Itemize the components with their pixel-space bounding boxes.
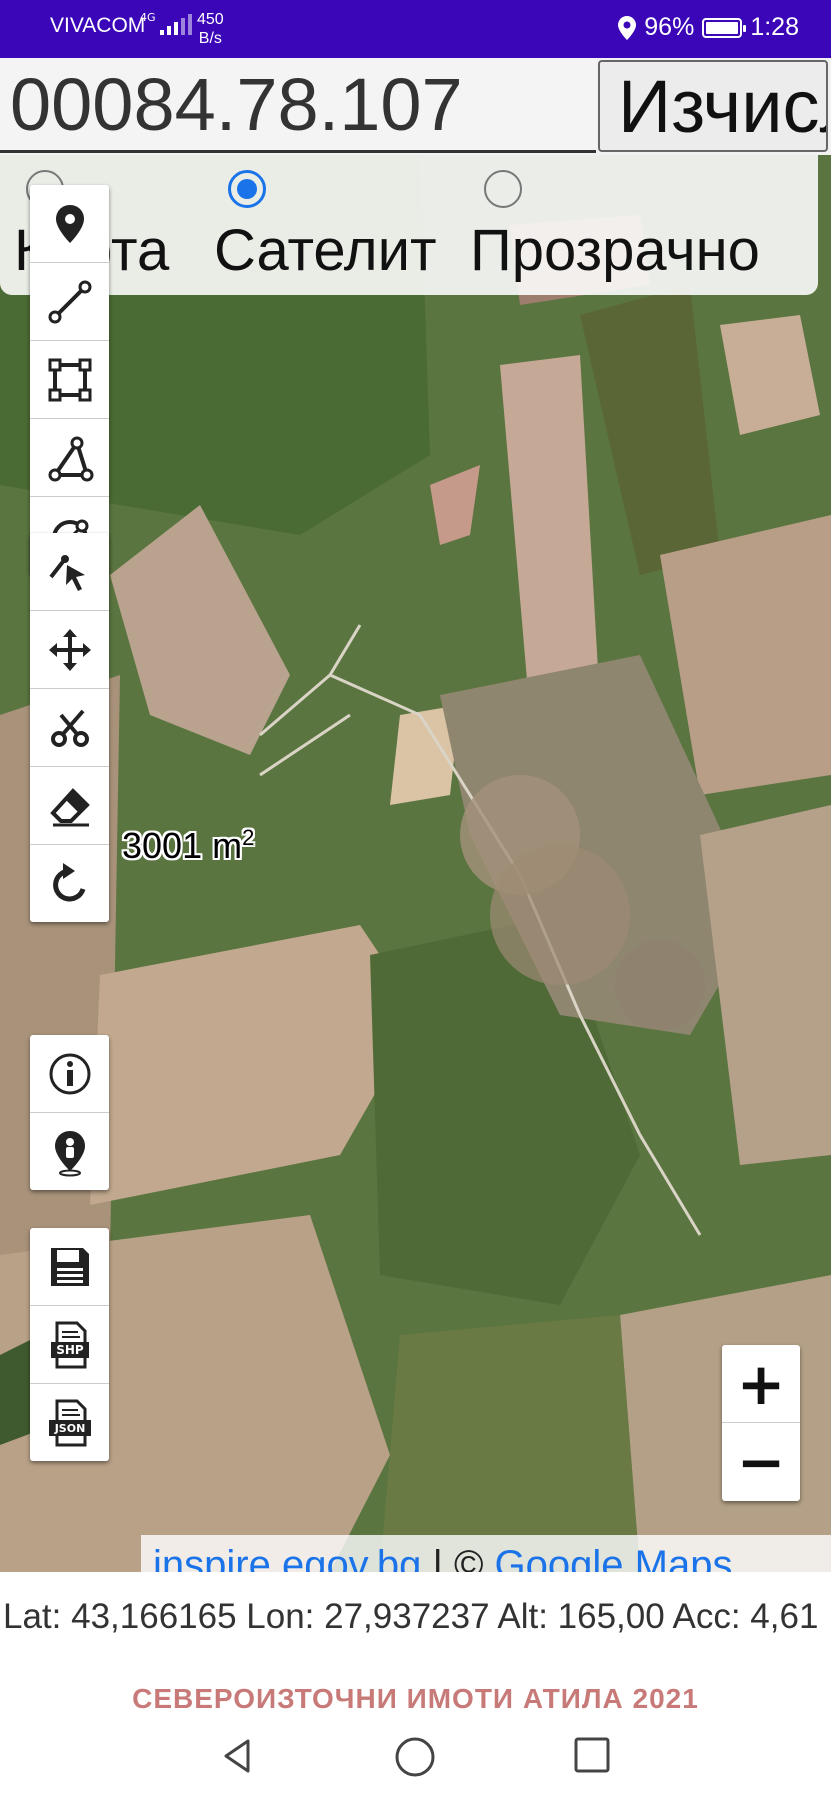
select-icon <box>48 554 85 591</box>
attribution-separator: | © <box>421 1543 495 1572</box>
layer-selector: Карта Сателит Прозрачно <box>0 155 818 295</box>
export-toolbar: SHP JSON <box>30 1228 109 1461</box>
rectangle-icon <box>48 358 91 401</box>
battery-percent: 96% <box>644 13 695 41</box>
speed-unit: B/s <box>198 30 222 47</box>
eraser-icon <box>49 787 90 826</box>
clock: 1:28 <box>750 13 799 41</box>
app-footer-title: СЕВЕРОИЗТОЧНИ ИМОТИ АТИЛА 2021 <box>132 1683 699 1714</box>
info-toolbar <box>30 1035 109 1190</box>
network-speed: 450 B/s <box>197 10 224 48</box>
calculate-button[interactable]: Изчисли <box>598 60 828 152</box>
layer-label-transparent[interactable]: Прозрачно <box>470 217 760 284</box>
area-value: 3001 m <box>122 825 243 866</box>
polygon-icon <box>48 436 93 481</box>
home-icon[interactable] <box>394 1736 436 1778</box>
eraser-tool[interactable] <box>30 767 109 845</box>
radio-satellite[interactable] <box>228 170 266 208</box>
locate-me-tool[interactable] <box>30 1113 109 1190</box>
status-bar: VIVACOM 4G 450 B/s 96% 1:28 <box>0 0 831 58</box>
shp-export-tool[interactable]: SHP <box>30 1306 109 1384</box>
shp-label: SHP <box>56 1343 84 1357</box>
line-tool[interactable] <box>30 263 109 341</box>
location-readout: Lat: 43,166165 Lon: 27,937237 Alt: 165,0… <box>3 1597 819 1636</box>
json-label: JSON <box>53 1422 85 1435</box>
attribution-inspire-link[interactable]: inspire.egov.bg <box>153 1543 421 1572</box>
json-export-icon: JSON <box>48 1399 91 1446</box>
undo-tool[interactable] <box>30 845 109 922</box>
zoom-in-button[interactable]: + <box>722 1345 800 1423</box>
back-icon[interactable] <box>218 1736 258 1776</box>
area-unit-power: 2 <box>242 825 255 850</box>
info-icon <box>49 1053 90 1094</box>
zoom-control: + − <box>722 1345 800 1501</box>
system-nav-bar <box>0 1720 831 1800</box>
rectangle-tool[interactable] <box>30 341 109 419</box>
select-tool[interactable] <box>30 533 109 611</box>
polygon-tool[interactable] <box>30 419 109 497</box>
attribution-google-link[interactable]: Google Maps <box>495 1543 733 1572</box>
json-export-tool[interactable]: JSON <box>30 1384 109 1461</box>
move-icon <box>48 628 91 671</box>
area-measurement-label: 3001 m2 <box>122 825 254 867</box>
signal-icon <box>160 14 192 35</box>
draw-toolbar <box>30 185 109 574</box>
carrier-name: VIVACOM <box>50 14 146 37</box>
network-type: 4G <box>140 11 156 24</box>
map-attribution: inspire.egov.bg | © Google Maps <box>141 1535 831 1572</box>
radio-transparent[interactable] <box>484 170 522 208</box>
edit-toolbar <box>30 533 109 922</box>
marker-tool[interactable] <box>30 185 109 263</box>
parcel-id-input[interactable] <box>0 58 596 153</box>
cut-icon <box>50 709 89 747</box>
marker-icon <box>55 204 84 243</box>
save-tool[interactable] <box>30 1228 109 1306</box>
battery-icon <box>702 17 747 38</box>
zoom-out-button[interactable]: − <box>722 1423 800 1500</box>
layer-label-satellite[interactable]: Сателит <box>214 217 437 284</box>
rotate-icon <box>52 862 85 901</box>
location-pin-icon <box>618 15 637 40</box>
cut-tool[interactable] <box>30 689 109 767</box>
save-icon <box>50 1247 89 1286</box>
map-view[interactable]: Карта Сателит Прозрачно <box>0 155 831 1572</box>
shp-export-icon: SHP <box>50 1321 89 1368</box>
recents-icon[interactable] <box>573 1736 611 1774</box>
locate-me-icon <box>54 1130 85 1176</box>
move-tool[interactable] <box>30 611 109 689</box>
speed-value: 450 <box>197 11 224 28</box>
info-tool[interactable] <box>30 1035 109 1113</box>
line-icon <box>48 280 91 323</box>
search-row: Изчисли <box>0 58 831 155</box>
